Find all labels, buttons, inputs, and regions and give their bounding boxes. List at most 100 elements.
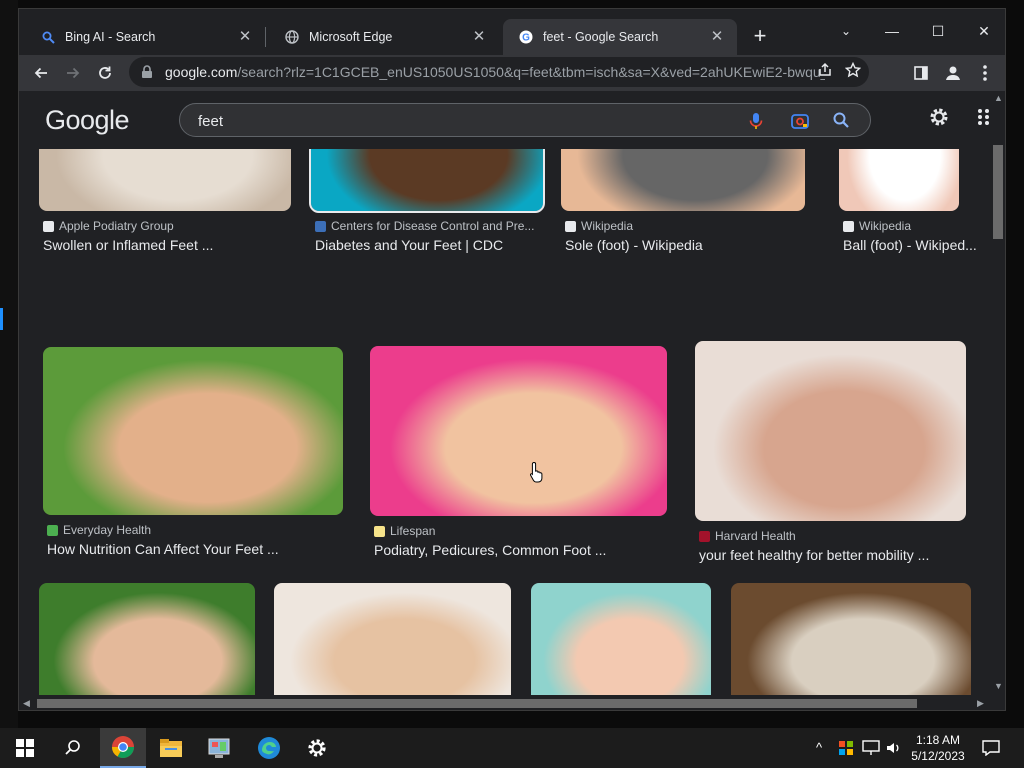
camera-lens-icon[interactable]: [790, 111, 810, 131]
source-name: Apple Podiatry Group: [59, 219, 174, 233]
url-text: google.com/search?rlz=1C1GCEB_enUS1050US…: [165, 64, 825, 80]
desktop-left-strip: [0, 0, 18, 728]
source-name: Wikipedia: [859, 219, 912, 233]
vertical-scroll-thumb[interactable]: [993, 145, 1003, 239]
search-input[interactable]: [198, 110, 718, 132]
taskbar-clock[interactable]: 1:18 AM 5/12/2023: [906, 732, 970, 764]
new-tab-button[interactable]: +: [747, 24, 773, 50]
tab-label: feet - Google Search: [543, 30, 659, 44]
result-title[interactable]: Ball (foot) - Wikiped...: [843, 237, 977, 253]
windows-start-icon[interactable]: [2, 728, 48, 768]
scroll-right-arrow-icon[interactable]: ▶: [977, 698, 984, 709]
close-tab-icon[interactable]: ✕: [237, 29, 253, 45]
tab-separator: [265, 27, 266, 47]
desktop-accent: [0, 308, 3, 330]
taskbar-search-icon[interactable]: [50, 728, 96, 768]
tray-app-icon[interactable]: [838, 740, 854, 759]
side-panel-icon[interactable]: [907, 59, 935, 87]
share-icon[interactable]: [817, 62, 833, 83]
volume-icon[interactable]: [886, 740, 902, 759]
scroll-down-arrow-icon[interactable]: ▼: [994, 681, 1003, 691]
reload-icon[interactable]: [91, 59, 119, 87]
menu-kebab-icon[interactable]: [971, 59, 999, 87]
scroll-left-arrow-icon[interactable]: ◀: [23, 698, 30, 709]
image-thumbnail[interactable]: [39, 583, 255, 710]
result-title[interactable]: How Nutrition Can Affect Your Feet ...: [47, 541, 279, 557]
tab-microsoft-edge[interactable]: Microsoft Edge ✕: [269, 19, 499, 55]
source-favicon-icon: [699, 530, 710, 542]
search-icon: [41, 30, 55, 44]
result-title[interactable]: Podiatry, Pedicures, Common Foot ...: [374, 542, 606, 558]
source-name: Centers for Disease Control and Pre...: [331, 219, 535, 233]
source-name: Harvard Health: [715, 529, 796, 543]
search-icon[interactable]: [832, 111, 852, 131]
tab-google-search[interactable]: G feet - Google Search ✕: [503, 19, 737, 55]
result-title[interactable]: Swollen or Inflamed Feet ...: [43, 237, 213, 253]
search-box[interactable]: [179, 103, 871, 137]
windows-taskbar: ^ 1:18 AM 5/12/2023: [0, 728, 1024, 768]
notifications-icon[interactable]: [982, 740, 1000, 759]
result-title[interactable]: Diabetes and Your Feet | CDC: [315, 237, 503, 253]
source-favicon-icon: [843, 220, 854, 232]
result-source[interactable]: Centers for Disease Control and Pre...: [315, 219, 534, 233]
minimize-button[interactable]: —: [869, 15, 915, 47]
result-source[interactable]: Apple Podiatry Group: [43, 219, 174, 233]
desktop-right-strip: [1006, 0, 1024, 728]
result-source[interactable]: Wikipedia: [565, 219, 633, 233]
image-thumbnail[interactable]: [695, 341, 966, 521]
image-thumbnail[interactable]: [274, 583, 511, 710]
browser-toolbar: google.com/search?rlz=1C1GCEB_enUS1050US…: [19, 55, 1005, 91]
image-thumbnail[interactable]: [43, 347, 343, 515]
file-explorer-icon[interactable]: [148, 728, 194, 768]
back-arrow-icon[interactable]: [27, 59, 55, 87]
show-hidden-icons-chevron-icon[interactable]: ^: [816, 740, 822, 755]
clock-time: 1:18 AM: [915, 733, 961, 747]
forward-arrow-icon[interactable]: [59, 59, 87, 87]
source-favicon-icon: [43, 220, 54, 232]
google-logo[interactable]: Google: [45, 105, 130, 136]
source-favicon-icon: [565, 220, 576, 232]
result-title[interactable]: Sole (foot) - Wikipedia: [565, 237, 703, 253]
source-favicon-icon: [374, 525, 385, 537]
image-thumbnail[interactable]: [370, 346, 667, 516]
result-title[interactable]: your feet healthy for better mobility ..…: [699, 547, 929, 563]
control-panel-icon[interactable]: [196, 728, 242, 768]
hand-cursor-icon: [529, 461, 543, 483]
image-thumbnail[interactable]: [731, 583, 971, 710]
tab-bing-ai[interactable]: Bing AI - Search ✕: [25, 19, 265, 55]
url-path: /search?rlz=1C1GCEB_enUS1050US1050&q=fee…: [237, 64, 825, 80]
horizontal-scrollbar[interactable]: ◀ ▶: [19, 695, 989, 710]
google-images-page: Apple Podiatry Group Swollen or Inflamed …: [19, 91, 1005, 710]
chrome-window: Bing AI - Search ✕ Microsoft Edge ✕ G fe…: [18, 8, 1006, 711]
microphone-icon[interactable]: [746, 111, 766, 131]
result-source[interactable]: Everyday Health: [47, 523, 151, 537]
source-name: Wikipedia: [581, 219, 634, 233]
close-tab-icon[interactable]: ✕: [471, 29, 487, 45]
close-tab-icon[interactable]: ✕: [709, 29, 725, 45]
network-icon[interactable]: [862, 740, 880, 759]
google-apps-grid-icon[interactable]: [977, 107, 991, 127]
google-header: Google: [19, 91, 989, 149]
tab-search-chevron-icon[interactable]: ⌄: [823, 15, 869, 47]
close-window-button[interactable]: ✕: [961, 15, 1005, 47]
result-source[interactable]: Wikipedia: [843, 219, 911, 233]
clock-date: 5/12/2023: [911, 749, 965, 763]
scroll-up-arrow-icon[interactable]: ▲: [994, 93, 1003, 103]
horizontal-scroll-thumb[interactable]: [37, 699, 917, 708]
maximize-button[interactable]: ☐: [915, 15, 961, 47]
edge-taskbar-icon[interactable]: [246, 728, 292, 768]
source-name: Lifespan: [390, 524, 436, 538]
url-host: google.com: [165, 64, 238, 80]
bookmark-star-icon[interactable]: [844, 61, 862, 83]
image-thumbnail[interactable]: [531, 583, 711, 710]
chrome-taskbar-icon[interactable]: [100, 728, 146, 768]
tab-strip: Bing AI - Search ✕ Microsoft Edge ✕ G fe…: [19, 9, 1005, 55]
vertical-scrollbar[interactable]: ▲ ▼: [989, 91, 1005, 701]
settings-taskbar-icon[interactable]: [294, 728, 340, 768]
address-bar[interactable]: google.com/search?rlz=1C1GCEB_enUS1050US…: [129, 57, 869, 87]
result-source[interactable]: Lifespan: [374, 524, 435, 538]
profile-icon[interactable]: [939, 59, 967, 87]
globe-icon: [285, 30, 299, 44]
settings-gear-icon[interactable]: [927, 105, 951, 129]
result-source[interactable]: Harvard Health: [699, 529, 796, 543]
